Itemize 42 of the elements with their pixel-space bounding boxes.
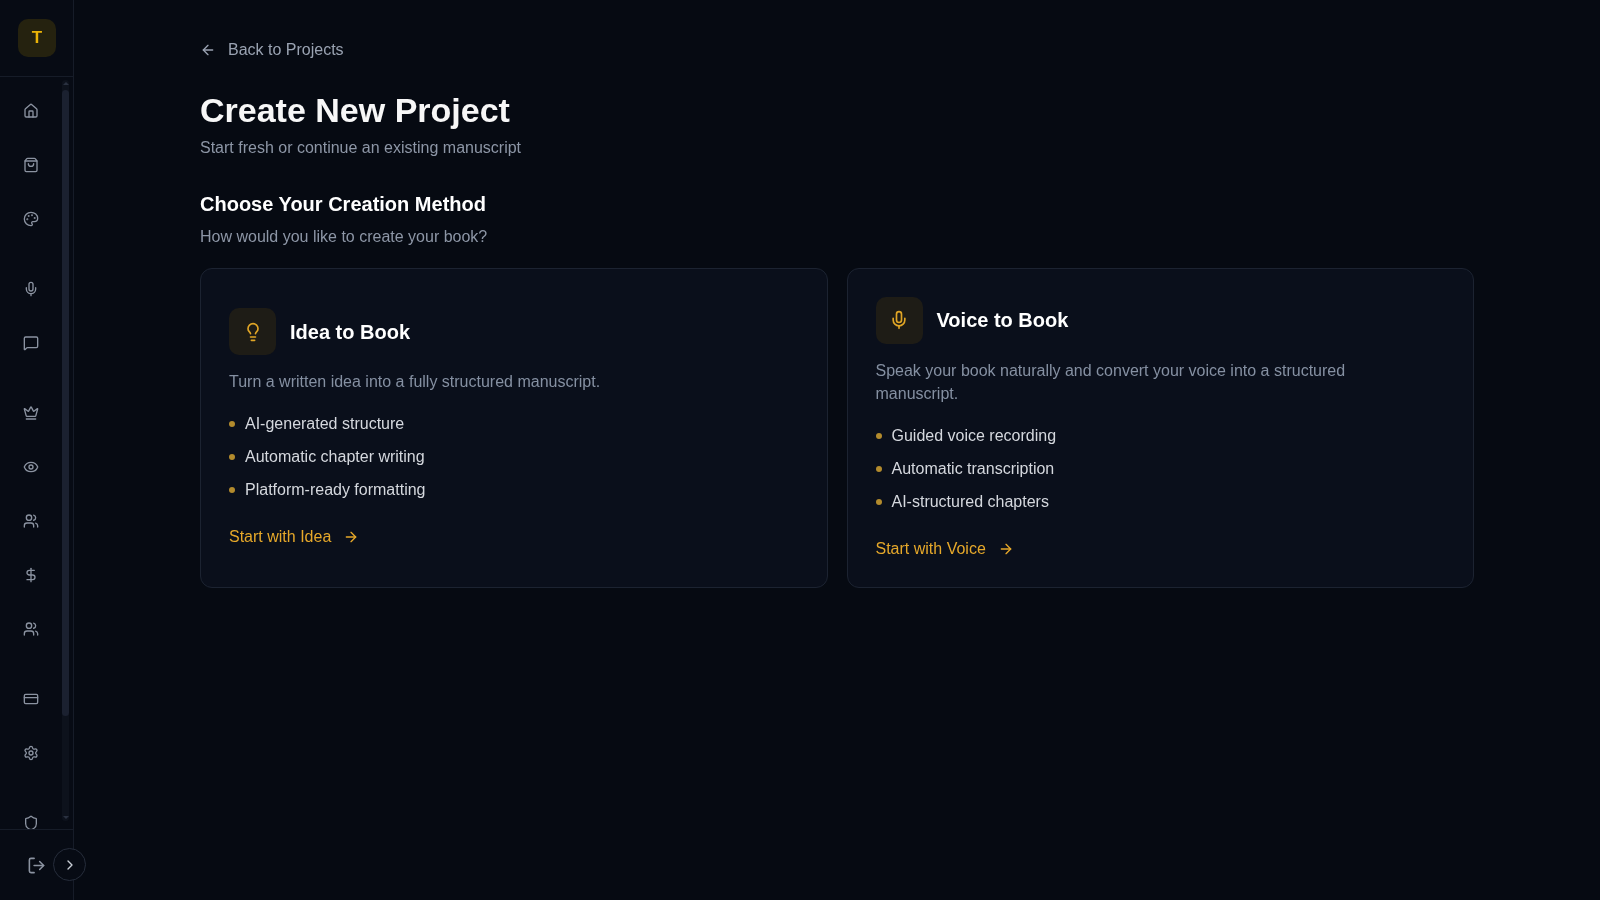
microphone-icon[interactable] — [23, 281, 39, 297]
logout-icon[interactable] — [27, 855, 46, 875]
page-title: Create New Project — [200, 90, 510, 130]
palette-icon[interactable] — [23, 211, 39, 227]
bullet-dot-icon — [229, 487, 235, 493]
credit-card-icon[interactable] — [23, 691, 39, 707]
dollar-icon[interactable] — [23, 567, 39, 583]
chat-icon[interactable] — [23, 335, 39, 351]
start-link[interactable]: Start with Voice — [875, 537, 1014, 560]
section-title: Choose Your Creation Method — [200, 192, 486, 217]
people-icon[interactable] — [23, 621, 39, 637]
logo[interactable]: T — [18, 19, 56, 57]
back-link[interactable]: Back to Projects — [200, 40, 344, 60]
lightbulb-icon — [229, 308, 276, 355]
eye-icon[interactable] — [23, 459, 39, 475]
feature-text: Platform-ready formatting — [245, 480, 426, 500]
feature-text: AI-generated structure — [245, 414, 405, 434]
bullet-dot-icon — [875, 432, 882, 439]
start-link[interactable]: Start with Idea — [229, 526, 360, 548]
feature-text: Guided voice recording — [891, 425, 1057, 446]
microphone-icon — [875, 296, 923, 344]
card-title: Idea to Book — [290, 319, 410, 345]
bullet-dot-icon — [875, 498, 882, 505]
bullet-dot-icon — [229, 421, 235, 427]
bullet-dot-icon — [875, 465, 882, 472]
people-icon[interactable] — [23, 513, 39, 529]
page-subtitle: Start fresh or continue an existing manuscript — [200, 138, 522, 158]
feature-text: Automatic chapter writing — [245, 447, 425, 467]
settings-icon[interactable] — [23, 745, 39, 761]
card-title: Voice to Book — [936, 308, 1069, 333]
bag-icon[interactable] — [23, 157, 39, 173]
card-description: Speak your book naturally and convert your voice into a structured manuscript. — [875, 360, 1347, 404]
shield-icon[interactable] — [23, 815, 39, 829]
bullet-dot-icon — [229, 454, 235, 460]
expand-button[interactable] — [53, 848, 86, 881]
card-description: Turn a written idea into a fully structured manuscript. — [229, 372, 601, 392]
crown-icon[interactable] — [23, 405, 39, 421]
section-subtitle: How would you like to create your book? — [200, 227, 488, 247]
scrollbar[interactable] — [62, 80, 69, 821]
home-icon[interactable] — [23, 103, 39, 119]
feature-text: AI-structured chapters — [891, 491, 1049, 512]
feature-text: Automatic transcription — [891, 458, 1055, 479]
